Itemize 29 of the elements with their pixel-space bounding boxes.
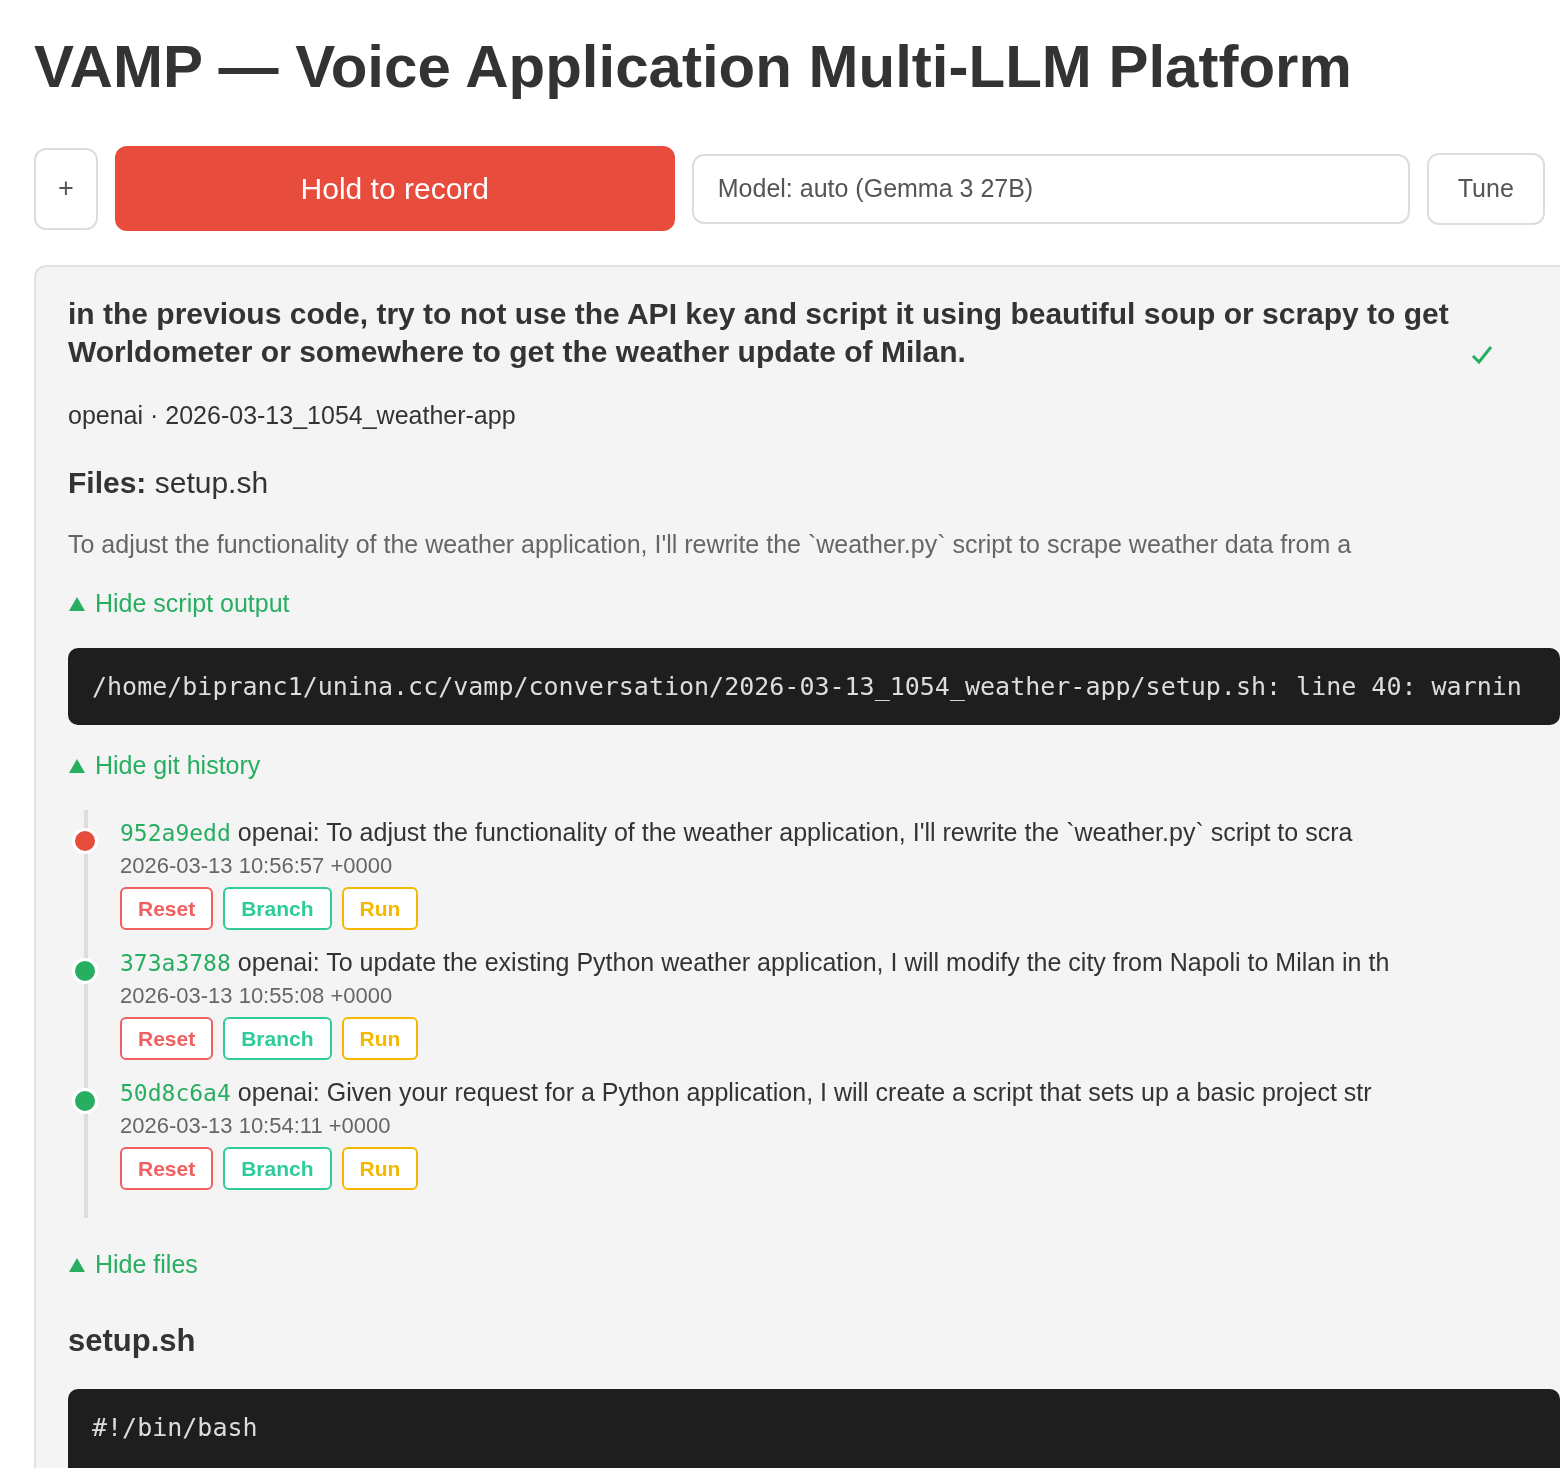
- files-line: Files: setup.sh: [68, 466, 270, 500]
- branch-button[interactable]: Branch: [223, 887, 332, 930]
- summary-text: To adjust the functionality of the weather application, I'll rewrite the `weather.py` script to scrape weather data from a: [68, 530, 1353, 559]
- run-button[interactable]: Run: [341, 887, 419, 930]
- commit-message: 952a9edd openai: To adjust the functionality of the weather application, I'll rewrite the `weather.py` script to scra: [120, 818, 1354, 847]
- run-button[interactable]: Run: [341, 1147, 419, 1190]
- branch-button[interactable]: Branch: [223, 1147, 332, 1190]
- toggle-label: Hide files: [95, 1250, 198, 1279]
- commit-date: 2026-03-13 10:55:08 +0000: [120, 983, 394, 1009]
- reset-button[interactable]: Reset: [120, 1147, 214, 1190]
- commit-date: 2026-03-13 10:56:57 +0000: [120, 853, 394, 879]
- commit-message: 50d8c6a4 openai: Given your request for a Python application, I will create a script that sets up a basic project str: [120, 1078, 1373, 1107]
- record-button[interactable]: Hold to record: [114, 146, 675, 231]
- tune-button[interactable]: Tune: [1426, 152, 1545, 225]
- commit-date: 2026-03-13 10:54:11 +0000: [120, 1113, 392, 1139]
- page-title: VAMP — Voice Application Multi-LLM Platform: [34, 32, 1353, 102]
- branch-button[interactable]: Branch: [223, 1017, 332, 1060]
- script-output: /home/bipranc1/unina.cc/vamp/conversation/2026-03-13_1054_weather-app/setup.sh: line 40: warnin: [68, 648, 1560, 725]
- run-button[interactable]: Run: [341, 1017, 419, 1060]
- conversation-meta: openai · 2026-03-13_1054_weather-app: [68, 401, 517, 430]
- reset-button[interactable]: Reset: [120, 1017, 214, 1060]
- prompt-text: in the previous code, try to not use the API key and script it using beautiful soup or scrapy to get Worldometer or somewhere to get the weather update of Milan.: [68, 296, 1449, 370]
- add-button[interactable]: +: [34, 147, 98, 230]
- commit-message: 373a3788 openai: To update the existing Python weather application, I will modify the city from Napoli to Milan in th: [120, 948, 1391, 977]
- file-name: setup.sh: [68, 1323, 197, 1359]
- toggle-link[interactable]: Hide files: [68, 1250, 198, 1279]
- reset-button[interactable]: Reset: [120, 887, 214, 930]
- code-block: #!/bin/bash: [68, 1389, 1560, 1468]
- model-field[interactable]: Model: auto (Gemma 3 27B): [691, 153, 1410, 224]
